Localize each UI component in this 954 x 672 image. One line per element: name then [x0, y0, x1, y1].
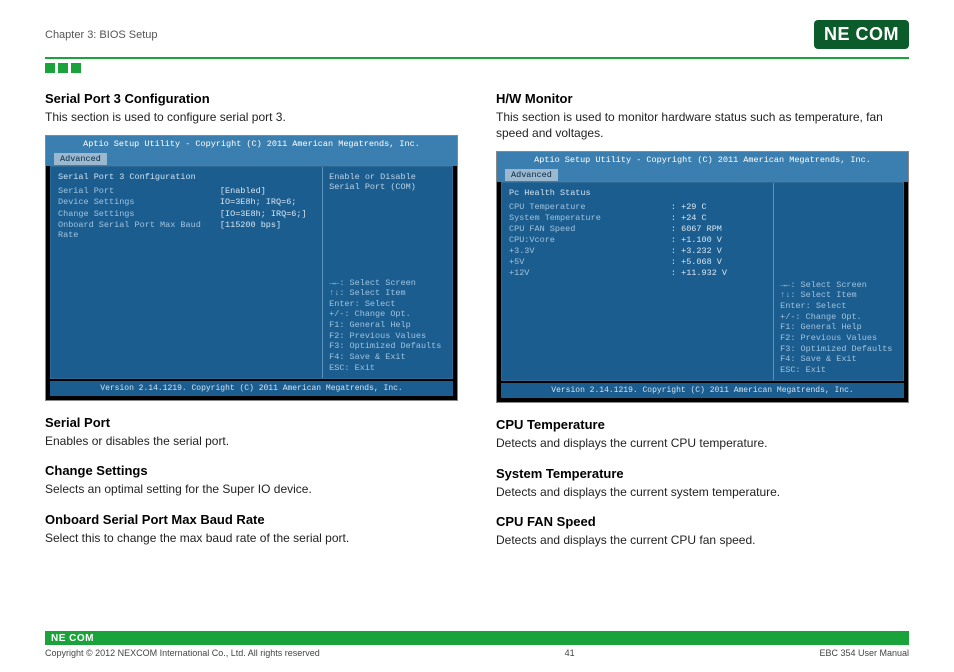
left-sub3-body: Select this to change the max baud rate … — [45, 530, 458, 546]
bios-help-line: F4: Save & Exit — [780, 354, 897, 365]
right-sub1-body: Detects and displays the current CPU tem… — [496, 435, 909, 451]
bios-v: : +1.100 V — [671, 235, 766, 245]
bios-help-line: F4: Save & Exit — [329, 352, 446, 363]
bios-v: : +5.068 V — [671, 257, 766, 267]
right-sub3-title: CPU FAN Speed — [496, 514, 909, 529]
bios-k: CPU FAN Speed — [509, 224, 671, 234]
right-sub2-title: System Temperature — [496, 466, 909, 481]
bios-tab-row: Advanced — [497, 168, 908, 182]
bios-help-line: ESC: Exit — [329, 363, 446, 374]
bios-help-line: ↑↓: Select Item — [329, 288, 446, 299]
header-rule — [45, 57, 909, 59]
right-sub2-body: Detects and displays the current system … — [496, 484, 909, 500]
bios-help-line: +/-: Change Opt. — [780, 312, 897, 323]
bios-tab-advanced: Advanced — [54, 153, 107, 165]
bios-v: IO=3E8h; IRQ=6; — [220, 197, 315, 207]
bios-v: [115200 bps] — [220, 220, 315, 240]
bios-footer: Version 2.14.1219. Copyright (C) 2011 Am… — [50, 381, 453, 396]
bios-v: : +11.932 V — [671, 268, 766, 278]
footer-bar: NE COM — [45, 631, 909, 645]
bios-k: Onboard Serial Port Max Baud Rate — [58, 220, 220, 240]
chapter-label: Chapter 3: BIOS Setup — [45, 29, 158, 41]
bios-k: +3.3V — [509, 246, 671, 256]
left-sub1-body: Enables or disables the serial port. — [45, 433, 458, 449]
bios-help-line: Enter: Select — [329, 299, 446, 310]
bios-footer: Version 2.14.1219. Copyright (C) 2011 Am… — [501, 383, 904, 398]
bios-help-line: →←: Select Screen — [780, 280, 897, 291]
header-squares — [45, 63, 909, 73]
bios-help-line: F3: Optimized Defaults — [329, 341, 446, 352]
bios-v: [IO=3E8h; IRQ=6;] — [220, 209, 315, 219]
bios-k: Device Settings — [58, 197, 220, 207]
bios-k: Serial Port — [58, 186, 220, 196]
footer-copyright: Copyright © 2012 NEXCOM International Co… — [45, 648, 320, 658]
bios-tab-row: Advanced — [46, 152, 457, 166]
bios-help-line: F1: General Help — [780, 322, 897, 333]
bios-screenshot-right: Aptio Setup Utility - Copyright (C) 2011… — [496, 151, 909, 403]
right-section-title: H/W Monitor — [496, 91, 909, 106]
bios-help-keys: →←: Select Screen ↑↓: Select Item Enter:… — [329, 278, 446, 374]
bios-help-line: F2: Previous Values — [329, 331, 446, 342]
brand-logo: NE COM — [814, 20, 909, 49]
bios-k: System Temperature — [509, 213, 671, 223]
bios-help-line: F1: General Help — [329, 320, 446, 331]
left-section-title: Serial Port 3 Configuration — [45, 91, 458, 106]
bios-tab-advanced: Advanced — [505, 169, 558, 181]
bios-v: : +24 C — [671, 213, 766, 223]
left-sub2-title: Change Settings — [45, 463, 458, 478]
bios-panel-title: Serial Port 3 Configuration — [58, 172, 315, 182]
bios-panel-title: Pc Health Status — [509, 188, 766, 198]
left-sub2-body: Selects an optimal setting for the Super… — [45, 481, 458, 497]
left-section-body: This section is used to configure serial… — [45, 109, 458, 125]
bios-help-line: ESC: Exit — [780, 365, 897, 376]
bios-help-keys: →←: Select Screen ↑↓: Select Item Enter:… — [780, 280, 897, 376]
bios-k: CPU Temperature — [509, 202, 671, 212]
right-sub3-body: Detects and displays the current CPU fan… — [496, 532, 909, 548]
bios-k: Change Settings — [58, 209, 220, 219]
footer-logo: NE COM — [51, 633, 94, 644]
left-column: Serial Port 3 Configuration This section… — [45, 91, 458, 548]
footer-page-number: 41 — [565, 648, 575, 658]
left-sub1-title: Serial Port — [45, 415, 458, 430]
bios-help-line: ↑↓: Select Item — [780, 290, 897, 301]
right-column: H/W Monitor This section is used to moni… — [496, 91, 909, 548]
bios-title-bar: Aptio Setup Utility - Copyright (C) 2011… — [497, 152, 908, 168]
bios-help-line: F3: Optimized Defaults — [780, 344, 897, 355]
right-section-body: This section is used to monitor hardware… — [496, 109, 909, 141]
bios-help-line: →←: Select Screen — [329, 278, 446, 289]
bios-help-line: F2: Previous Values — [780, 333, 897, 344]
bios-help-desc: Enable or Disable Serial Port (COM) — [329, 172, 446, 192]
left-sub3-title: Onboard Serial Port Max Baud Rate — [45, 512, 458, 527]
bios-v: : +3.232 V — [671, 246, 766, 256]
bios-k: +12V — [509, 268, 671, 278]
bios-title-bar: Aptio Setup Utility - Copyright (C) 2011… — [46, 136, 457, 152]
bios-help-line: +/-: Change Opt. — [329, 309, 446, 320]
bios-v: : 6067 RPM — [671, 224, 766, 234]
footer-manual: EBC 354 User Manual — [819, 648, 909, 658]
bios-screenshot-left: Aptio Setup Utility - Copyright (C) 2011… — [45, 135, 458, 401]
bios-k: +5V — [509, 257, 671, 267]
bios-help-line: Enter: Select — [780, 301, 897, 312]
bios-v: : +29 C — [671, 202, 766, 212]
bios-v: [Enabled] — [220, 186, 315, 196]
right-sub1-title: CPU Temperature — [496, 417, 909, 432]
bios-k: CPU:Vcore — [509, 235, 671, 245]
